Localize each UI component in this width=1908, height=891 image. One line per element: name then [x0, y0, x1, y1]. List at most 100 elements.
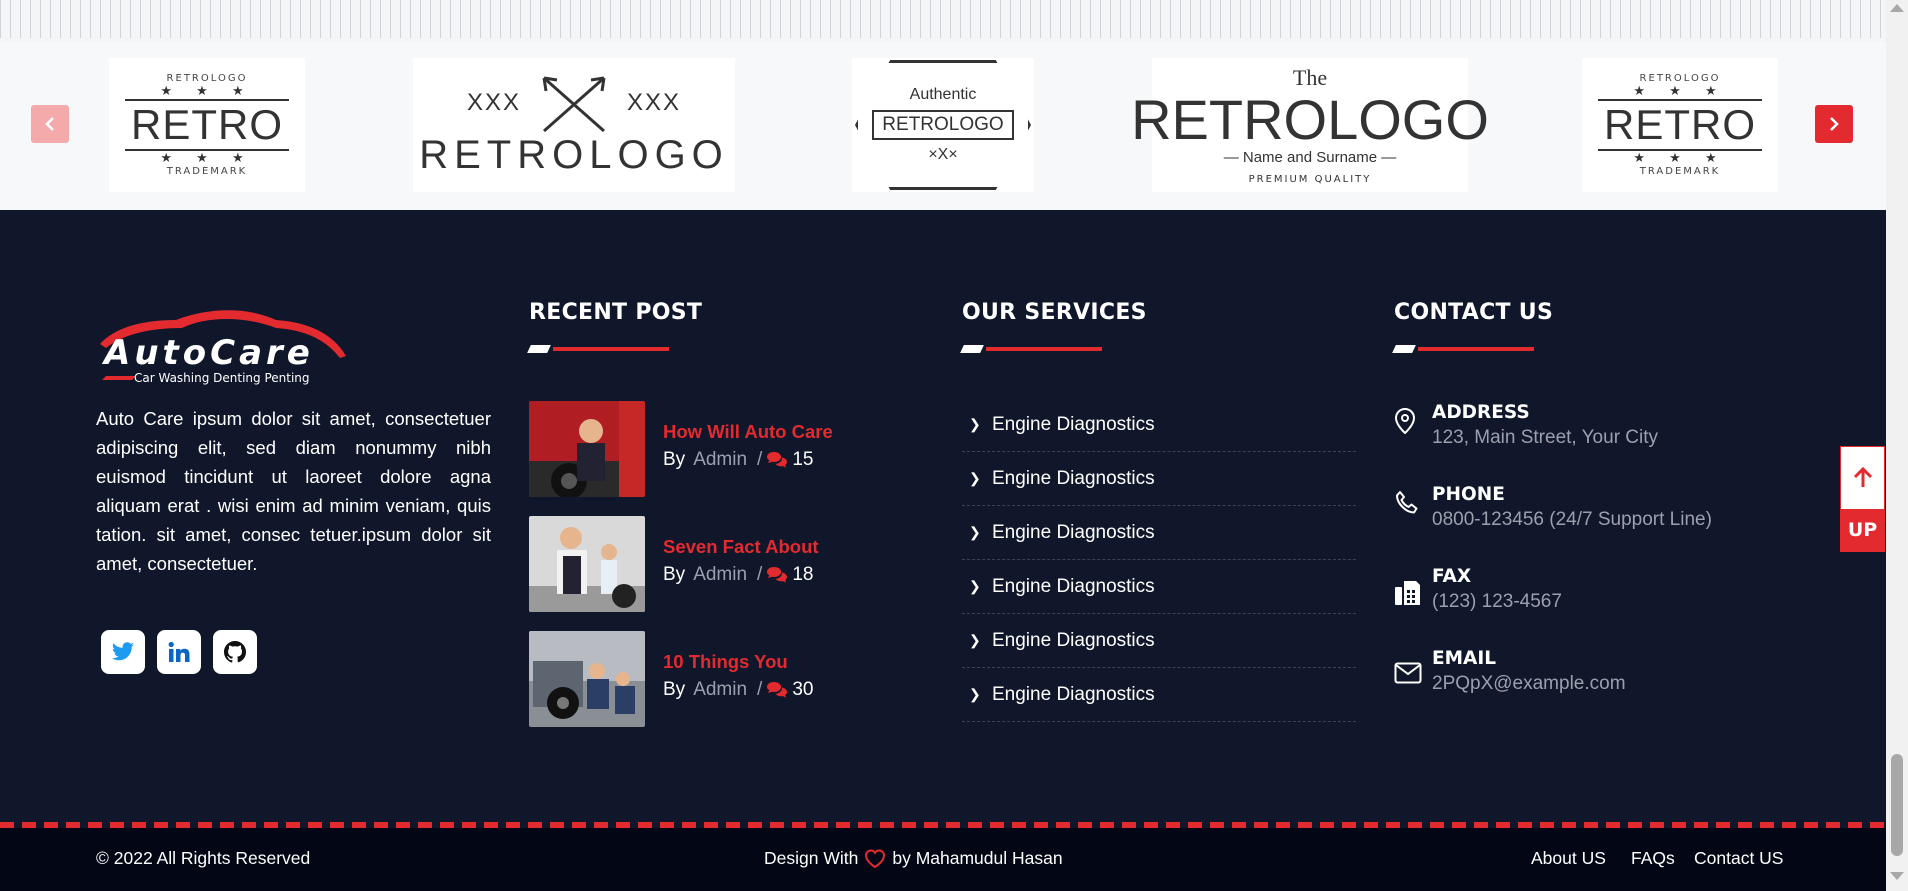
- contact-value[interactable]: 2PQpX@example.com: [1432, 673, 1626, 695]
- logo-stars: ★ ★ ★: [1633, 151, 1727, 166]
- post-meta: By Admin / 18: [663, 564, 819, 586]
- page-scrollbar[interactable]: [1886, 0, 1908, 891]
- services-column: OUR SERVICES: [960, 300, 1147, 353]
- heading-underline: [527, 345, 702, 353]
- car-logo-icon: AutoCare Car Washing Denting Penting: [100, 310, 346, 385]
- post-thumbnail[interactable]: [529, 516, 645, 612]
- service-label: Engine Diagnostics: [992, 683, 1155, 705]
- logo-left-text: XXX: [466, 88, 521, 116]
- scroll-up-button[interactable]: UP: [1840, 446, 1885, 552]
- design-credit: Design With by Mahamudul Hasan: [764, 848, 1063, 869]
- chevron-right-icon: ❯: [969, 524, 981, 540]
- about-text: Auto Care ipsum dolor sit amet, consecte…: [96, 408, 491, 574]
- service-link[interactable]: ❯ Engine Diagnostics: [962, 668, 1356, 722]
- github-button[interactable]: [213, 630, 257, 674]
- brand-logo-arrows[interactable]: XXX XXX RETROLOGO: [413, 58, 735, 192]
- post-author[interactable]: Admin: [693, 679, 747, 701]
- bottom-bar: © 2022 All Rights Reserved Design With b…: [0, 828, 1886, 891]
- brand-logo-retro-2[interactable]: RETROLOGO ★ ★ ★ RETRO ★ ★ ★ TRADEMARK: [1582, 58, 1778, 192]
- contact-us-link[interactable]: Contact US: [1694, 848, 1783, 869]
- logo-sub-text: — Name and Surname —: [1223, 149, 1397, 166]
- post-item[interactable]: 10 Things You By Admin / 30: [529, 631, 813, 727]
- post-title[interactable]: 10 Things You: [663, 651, 813, 673]
- carousel-prev-button[interactable]: [31, 105, 69, 143]
- comments-icon: [767, 682, 788, 698]
- brand-logo-authentic[interactable]: Authentic RETROLOGO ×X×: [852, 58, 1034, 192]
- arrow-up-icon: [1853, 467, 1872, 487]
- scroll-down-arrow-icon[interactable]: [1890, 872, 1904, 880]
- social-links: [101, 630, 257, 674]
- recent-post-heading: RECENT POST: [529, 300, 703, 325]
- post-separator: /: [757, 679, 763, 700]
- service-label: Engine Diagnostics: [992, 521, 1155, 543]
- crossed-arrows-icon: [542, 76, 606, 132]
- autocare-logo[interactable]: AutoCare Car Washing Denting Penting: [96, 306, 348, 386]
- twitter-button[interactable]: [101, 630, 145, 674]
- copyright-text: © 2022 All Rights Reserved: [96, 848, 311, 868]
- twitter-icon: [112, 642, 134, 661]
- contact-heading: CONTACT US: [1394, 300, 1554, 325]
- contact-value: (123) 123-4567: [1432, 591, 1562, 612]
- post-by-label: By: [663, 564, 686, 585]
- post-thumbnail[interactable]: [529, 631, 645, 727]
- post-author[interactable]: Admin: [693, 564, 747, 586]
- post-separator: /: [757, 449, 763, 470]
- envelope-icon: [1394, 662, 1422, 684]
- heading-underline: [1392, 345, 1553, 353]
- faqs-link[interactable]: FAQs: [1631, 848, 1675, 869]
- service-link[interactable]: ❯ Engine Diagnostics: [962, 614, 1356, 668]
- post-thumbnail[interactable]: [529, 401, 645, 497]
- post-comment-count: 15: [792, 449, 814, 470]
- scrollbar-thumb[interactable]: [1891, 754, 1903, 856]
- brand-tagline: Car Washing Denting Penting: [134, 371, 310, 385]
- contact-phone: PHONE 0800-123456 (24/7 Support Line): [1394, 484, 1712, 531]
- logo-stars: ★ ★ ★: [1633, 84, 1727, 99]
- logo-main-text: RETROLOGO: [419, 132, 729, 177]
- service-label: Engine Diagnostics: [992, 575, 1155, 597]
- comments-icon: [767, 452, 788, 468]
- recent-post-column: RECENT POST: [527, 300, 703, 353]
- about-us-link[interactable]: About US: [1531, 848, 1606, 869]
- fax-icon: [1395, 581, 1420, 605]
- contact-label: PHONE: [1432, 484, 1505, 505]
- comments-icon: [767, 567, 788, 583]
- service-label: Engine Diagnostics: [992, 467, 1155, 489]
- logo-bottom-text: TRADEMARK: [1639, 166, 1721, 177]
- contact-fax: FAX (123) 123-4567: [1394, 566, 1562, 613]
- post-comment-count: 30: [792, 679, 814, 700]
- logo-hexagon: Authentic RETROLOGO ×X×: [855, 60, 1031, 190]
- scroll-up-arrow-icon[interactable]: [1890, 4, 1904, 12]
- services-list: ❯ Engine Diagnostics ❯ Engine Diagnostics …: [962, 398, 1356, 722]
- contact-column: CONTACT US: [1392, 300, 1554, 353]
- post-author[interactable]: Admin: [693, 449, 747, 471]
- logo-main-text: RETRO: [1598, 99, 1762, 151]
- logo-top-text: RETROLOGO: [166, 73, 248, 84]
- services-heading: OUR SERVICES: [962, 300, 1147, 325]
- service-link[interactable]: ❯ Engine Diagnostics: [962, 506, 1356, 560]
- author-credit: by Mahamudul Hasan: [892, 848, 1063, 868]
- phone-icon: [1396, 491, 1418, 514]
- logo-main-text: RETROLOGO: [872, 110, 1014, 140]
- contact-value[interactable]: 0800-123456 (24/7 Support Line): [1432, 509, 1712, 531]
- linkedin-button[interactable]: [157, 630, 201, 674]
- logo-main-text: RETRO: [125, 99, 289, 151]
- chevron-right-icon: ❯: [969, 686, 981, 702]
- ruler-strip: [0, 0, 1886, 42]
- contact-label: FAX: [1432, 566, 1472, 587]
- brand-name: AutoCare: [101, 333, 314, 373]
- post-title[interactable]: Seven Fact About: [663, 536, 819, 558]
- chevron-right-icon: [1830, 117, 1839, 131]
- brand-logo-the-retrologo[interactable]: The RETROLOGO — Name and Surname — PREMI…: [1131, 58, 1489, 192]
- service-link[interactable]: ❯ Engine Diagnostics: [962, 398, 1356, 452]
- contact-email: EMAIL 2PQpX@example.com: [1394, 648, 1626, 695]
- post-item[interactable]: Seven Fact About By Admin / 18: [529, 516, 819, 612]
- linkedin-icon: [168, 641, 190, 662]
- post-separator: /: [757, 564, 763, 585]
- service-link[interactable]: ❯ Engine Diagnostics: [962, 560, 1356, 614]
- carousel-next-button[interactable]: [1815, 105, 1853, 143]
- post-item[interactable]: How Will Auto Care By Admin / 15: [529, 401, 833, 497]
- brand-logo-retro-1[interactable]: RETROLOGO ★ ★ ★ RETRO ★ ★ ★ TRADEMARK: [109, 58, 305, 192]
- contact-label: ADDRESS: [1432, 402, 1530, 423]
- post-title[interactable]: How Will Auto Care: [663, 421, 833, 443]
- service-link[interactable]: ❯ Engine Diagnostics: [962, 452, 1356, 506]
